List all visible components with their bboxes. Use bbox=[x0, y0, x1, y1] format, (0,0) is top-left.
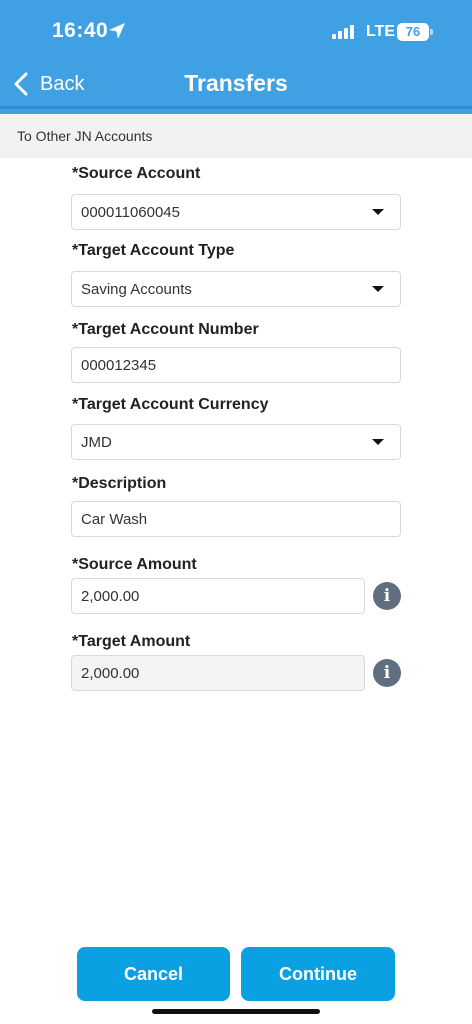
header-divider bbox=[0, 106, 472, 109]
signal-bars-icon bbox=[332, 25, 354, 39]
section-title: To Other JN Accounts bbox=[17, 128, 153, 144]
battery-level: 76 bbox=[405, 24, 421, 39]
source-account-select[interactable]: 000011060045 bbox=[71, 194, 401, 230]
target-account-type-label: *Target Account Type bbox=[72, 242, 235, 259]
source-amount-value: 2,000.00 bbox=[81, 588, 140, 605]
source-account-label: *Source Account bbox=[72, 165, 201, 182]
target-account-number-label: *Target Account Number bbox=[72, 321, 259, 338]
dropdown-caret-icon bbox=[372, 209, 384, 215]
target-account-currency-label: *Target Account Currency bbox=[72, 396, 269, 413]
continue-button[interactable]: Continue bbox=[241, 947, 395, 1001]
target-amount-field: 2,000.00 bbox=[71, 655, 365, 691]
dropdown-caret-icon bbox=[372, 286, 384, 292]
source-account-value: 000011060045 bbox=[81, 204, 180, 221]
status-time: 16:40 bbox=[52, 19, 109, 42]
source-amount-info-icon[interactable]: i bbox=[373, 582, 401, 610]
target-account-currency-select[interactable]: JMD bbox=[71, 424, 401, 460]
section-header: To Other JN Accounts bbox=[0, 114, 472, 158]
target-account-type-select[interactable]: Saving Accounts bbox=[71, 271, 401, 307]
description-value: Car Wash bbox=[81, 511, 148, 528]
source-amount-input[interactable]: 2,000.00 bbox=[71, 578, 365, 614]
source-amount-label: *Source Amount bbox=[72, 556, 197, 573]
description-label: *Description bbox=[72, 475, 167, 492]
target-account-currency-value: JMD bbox=[81, 434, 112, 451]
target-account-type-value: Saving Accounts bbox=[81, 281, 192, 298]
target-account-number-input[interactable]: 000012345 bbox=[71, 347, 401, 383]
cancel-button[interactable]: Cancel bbox=[77, 947, 230, 1001]
network-type: LTE bbox=[366, 23, 396, 40]
target-amount-value: 2,000.00 bbox=[81, 665, 140, 682]
description-input[interactable]: Car Wash bbox=[71, 501, 401, 537]
target-account-number-value: 000012345 bbox=[81, 357, 157, 374]
page-title: Transfers bbox=[184, 70, 288, 96]
target-amount-info-icon[interactable]: i bbox=[373, 659, 401, 687]
location-arrow-icon bbox=[109, 23, 125, 39]
dropdown-caret-icon bbox=[372, 439, 384, 445]
target-amount-label: *Target Amount bbox=[72, 633, 191, 650]
battery-icon: 76 bbox=[397, 23, 433, 41]
home-indicator bbox=[152, 1009, 320, 1014]
